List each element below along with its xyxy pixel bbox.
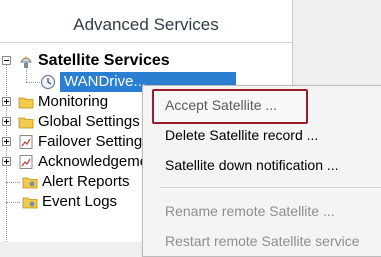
annotation-highlight-box — [152, 89, 308, 124]
menu-item-label: Restart remote Satellite service — [165, 233, 360, 249]
panel-title: Advanced Services — [73, 15, 219, 34]
expand-toggle[interactable] — [2, 157, 11, 166]
tree-node-label: Failover Settings — [38, 133, 150, 150]
tree-node-label: Event Logs — [42, 193, 118, 210]
collapse-toggle[interactable] — [2, 56, 11, 65]
expand-toggle[interactable] — [2, 117, 11, 126]
tree-node-label: Monitoring — [38, 93, 109, 110]
tree-node-satellite-services[interactable]: Satellite Services — [0, 52, 292, 72]
tree-node-label: Alert Reports — [42, 173, 130, 190]
folder-gear-icon — [22, 194, 38, 210]
tree-node-label: WANDrive... — [64, 73, 146, 90]
panel-header: Advanced Services — [0, 8, 292, 43]
menu-item-label: Satellite down notification ... — [165, 157, 339, 173]
menu-item-delete-satellite-record[interactable]: Delete Satellite record ... — [143, 120, 381, 150]
menu-item-label: Rename remote Satellite ... — [165, 203, 335, 219]
folder-icon — [18, 114, 34, 130]
chart-document-icon — [18, 134, 34, 150]
folder-icon — [18, 94, 34, 110]
tree-guide-line — [6, 182, 20, 183]
tree-guide-line — [6, 202, 20, 203]
clock-icon — [40, 74, 56, 90]
menu-item-rename-remote-satellite: Rename remote Satellite ... — [143, 196, 381, 226]
folder-gear-icon — [22, 174, 38, 190]
satellite-dish-icon — [18, 53, 34, 69]
menu-item-label: Delete Satellite record ... — [165, 127, 319, 143]
expand-toggle[interactable] — [2, 97, 11, 106]
menu-item-restart-remote-satellite-service: Restart remote Satellite service — [143, 226, 381, 256]
chart-document-icon — [18, 154, 34, 170]
satellite-context-menu: Accept Satellite ... Delete Satellite re… — [142, 85, 381, 257]
menu-separator — [159, 187, 381, 188]
tree-node-label: Satellite Services — [38, 52, 170, 69]
expand-toggle[interactable] — [2, 137, 11, 146]
tree-node-label: Global Settings — [38, 113, 140, 130]
menu-item-satellite-down-notification[interactable]: Satellite down notification ... — [143, 150, 381, 180]
